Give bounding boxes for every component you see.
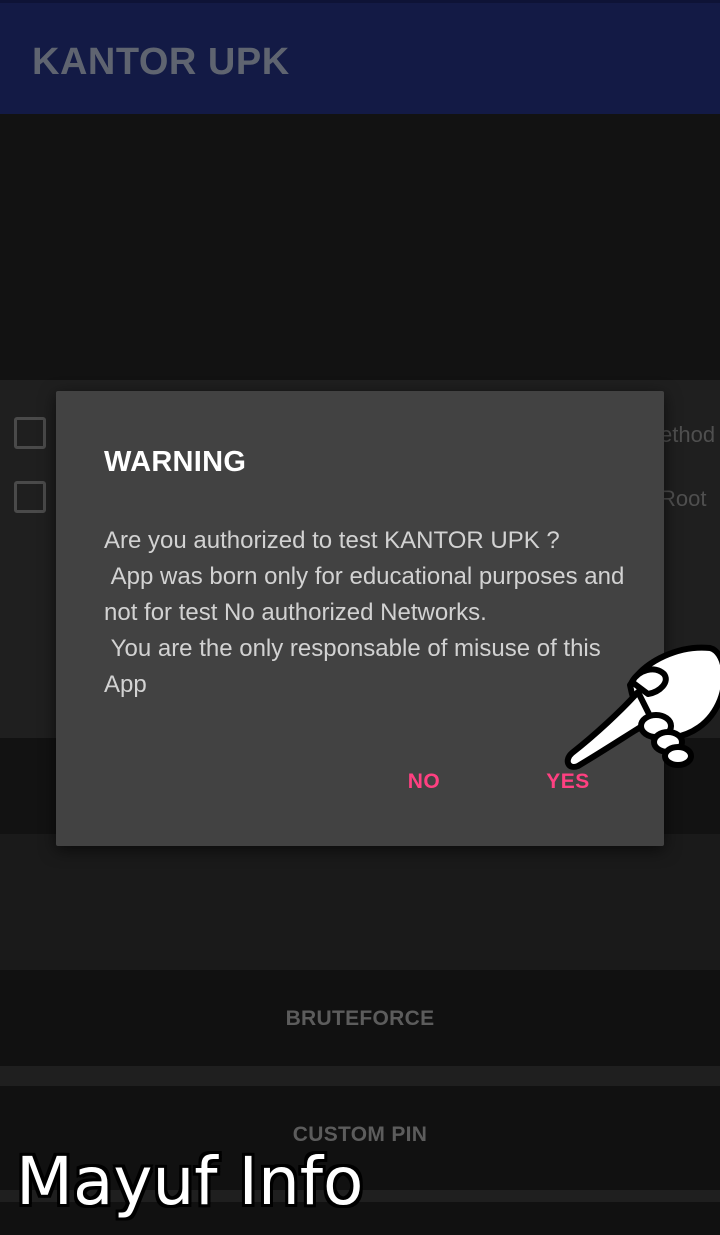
app-title: KANTOR UPK — [32, 41, 290, 83]
content-header-area — [0, 114, 720, 380]
lower-panel — [0, 834, 720, 970]
app-bar: KANTOR UPK — [0, 0, 720, 114]
dialog-title: WARNING — [104, 446, 247, 478]
option-label-method: ethod — [660, 422, 716, 447]
dialog-message: Are you authorized to test KANTOR UPK ? … — [104, 527, 625, 698]
button-gap — [0, 1066, 720, 1086]
watermark-text: Mayuf Info — [16, 1143, 364, 1220]
option-label-root: Root — [660, 486, 707, 511]
no-button[interactable]: NO — [386, 757, 462, 807]
bruteforce-button[interactable]: BRUTEFORCE — [0, 970, 720, 1066]
pointing-hand-icon — [564, 644, 720, 770]
warning-dialog: WARNING Are you authorized to test KANTO… — [56, 391, 664, 846]
option-checkbox-root[interactable] — [14, 481, 46, 513]
option-checkbox-method[interactable] — [14, 417, 46, 449]
